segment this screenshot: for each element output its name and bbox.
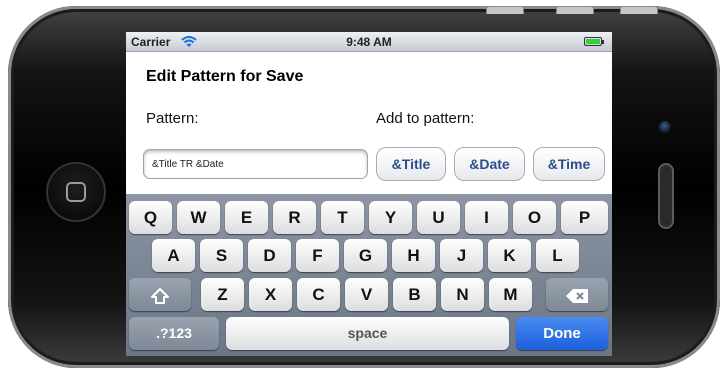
key-l[interactable]: L (536, 239, 579, 272)
key-r[interactable]: R (273, 201, 316, 234)
key-v[interactable]: V (345, 278, 388, 311)
page-title: Edit Pattern for Save (146, 68, 304, 85)
numbers-key[interactable]: .?123 (129, 317, 219, 350)
battery-icon (584, 37, 604, 46)
key-z[interactable]: Z (201, 278, 244, 311)
key-h[interactable]: H (392, 239, 435, 272)
screen: Carrier 9:48 AM Edit Pattern for Save Pa… (126, 32, 612, 356)
key-i[interactable]: I (465, 201, 508, 234)
shift-icon (151, 287, 169, 304)
shift-key[interactable] (129, 278, 191, 311)
status-bar: Carrier 9:48 AM (126, 32, 612, 52)
key-g[interactable]: G (344, 239, 387, 272)
camera-icon (659, 121, 671, 133)
key-w[interactable]: W (177, 201, 220, 234)
add-to-pattern-label: Add to pattern: (376, 110, 475, 127)
key-o[interactable]: O (513, 201, 556, 234)
key-e[interactable]: E (225, 201, 268, 234)
home-button[interactable] (46, 162, 106, 222)
volume-down-button (556, 6, 594, 14)
key-k[interactable]: K (488, 239, 531, 272)
key-s[interactable]: S (200, 239, 243, 272)
home-square-icon (66, 182, 86, 202)
key-m[interactable]: M (489, 278, 532, 311)
key-f[interactable]: F (296, 239, 339, 272)
key-n[interactable]: N (441, 278, 484, 311)
key-q[interactable]: Q (129, 201, 172, 234)
key-c[interactable]: C (297, 278, 340, 311)
pattern-input[interactable] (143, 149, 368, 179)
pattern-label: Pattern: (146, 110, 199, 127)
volume-up-button (486, 6, 524, 14)
key-p[interactable]: P (561, 201, 608, 234)
key-j[interactable]: J (440, 239, 483, 272)
done-key[interactable]: Done (516, 317, 608, 350)
add-title-token-button[interactable]: &Title (376, 147, 446, 181)
key-d[interactable]: D (248, 239, 291, 272)
backspace-key[interactable] (546, 278, 608, 311)
status-time: 9:48 AM (346, 35, 392, 49)
keyboard: Q W E R T Y U I O P A S D F G H J K L Z … (126, 194, 612, 356)
key-b[interactable]: B (393, 278, 436, 311)
key-y[interactable]: Y (369, 201, 412, 234)
key-u[interactable]: U (417, 201, 460, 234)
key-t[interactable]: T (321, 201, 364, 234)
key-a[interactable]: A (152, 239, 195, 272)
speaker-grille (658, 163, 674, 229)
space-key[interactable]: space (226, 317, 509, 350)
backspace-icon (566, 288, 588, 303)
key-x[interactable]: X (249, 278, 292, 311)
power-button (620, 6, 658, 14)
add-time-token-button[interactable]: &Time (533, 147, 605, 181)
add-date-token-button[interactable]: &Date (454, 147, 525, 181)
